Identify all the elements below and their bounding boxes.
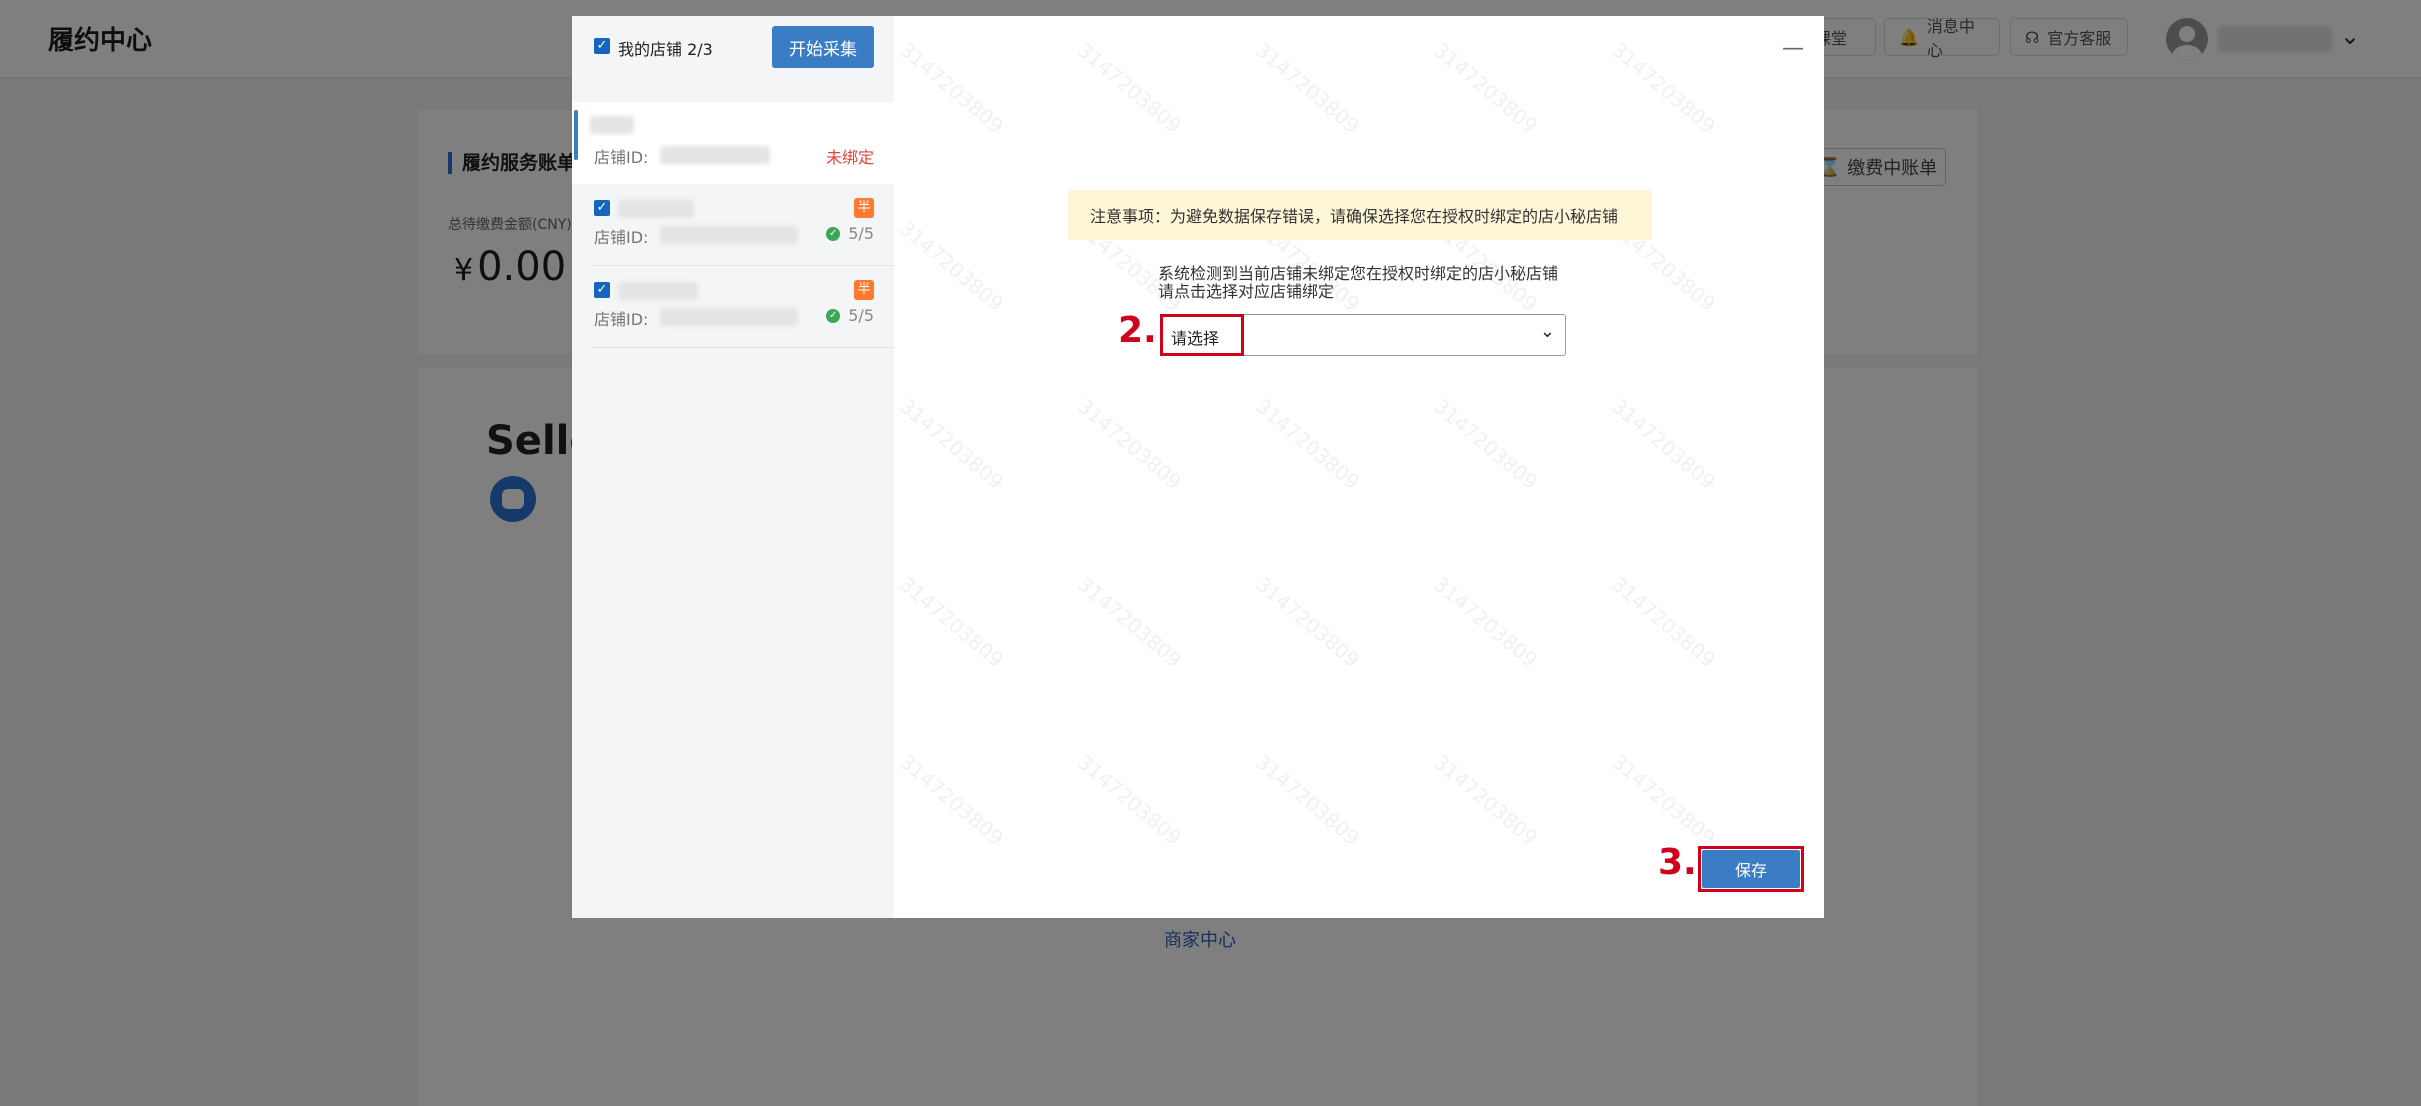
divider xyxy=(592,347,894,348)
watermark-text: 3147203809 xyxy=(1429,37,1543,139)
shop-name xyxy=(618,200,694,218)
shop-item[interactable]: 店铺ID: 未绑定 xyxy=(572,102,894,184)
start-collect-button[interactable]: 开始采集 xyxy=(772,26,874,68)
watermark-text: 3147203809 xyxy=(1607,749,1721,851)
watermark-text: 3147203809 xyxy=(1251,37,1365,139)
watermark-text: 3147203809 xyxy=(1607,393,1721,495)
shop-item[interactable]: ✓ 半 店铺ID: ✓ 5/5 xyxy=(572,184,894,266)
shop-id-value xyxy=(660,308,798,326)
watermark-text: 3147203809 xyxy=(1073,37,1187,139)
shop-id-label: 店铺ID: xyxy=(594,228,649,247)
watermark-text: 3147203809 xyxy=(895,749,1009,851)
shop-name xyxy=(590,116,634,134)
store-count: 2/3 xyxy=(687,40,713,59)
shop-checkbox[interactable]: ✓ xyxy=(594,282,610,298)
watermark-text: 3147203809 xyxy=(895,37,1009,139)
step-3-annotation: 3. xyxy=(1658,842,1697,883)
shop-name xyxy=(618,282,698,300)
platform-badge: 半 xyxy=(854,198,874,218)
platform-badge: 半 xyxy=(854,280,874,300)
my-stores-label: 我的店铺 2/3 xyxy=(618,36,713,60)
my-stores-checkbox[interactable]: ✓ xyxy=(594,38,610,54)
watermark-text: 3147203809 xyxy=(1429,571,1543,673)
shop-progress: ✓ 5/5 xyxy=(826,224,874,243)
minimize-icon[interactable]: — xyxy=(1782,36,1804,61)
sidebar-header: ✓ 我的店铺 2/3 开始采集 xyxy=(572,16,894,86)
watermark-text: 3147203809 xyxy=(1073,571,1187,673)
watermark-text: 3147203809 xyxy=(1073,749,1187,851)
detect-message-line2: 请点击选择对应店铺绑定 xyxy=(1158,282,1335,301)
shop-progress-value: 5/5 xyxy=(848,224,874,243)
check-circle-icon: ✓ xyxy=(826,308,841,323)
watermark-text: 3147203809 xyxy=(1251,571,1365,673)
chevron-down-icon: ⌄ xyxy=(1539,321,1555,342)
shop-progress: ✓ 5/5 xyxy=(826,306,874,325)
my-stores-text: 我的店铺 xyxy=(618,40,683,59)
shop-item[interactable]: ✓ 半 店铺ID: ✓ 5/5 xyxy=(572,266,894,348)
step-2-highlight-box xyxy=(1160,314,1244,356)
store-sidebar: ✓ 我的店铺 2/3 开始采集 店铺ID: 未绑定 ✓ 半 店铺ID: ✓ 5/… xyxy=(572,16,894,918)
shop-checkbox[interactable]: ✓ xyxy=(594,200,610,216)
notice-banner: 注意事项：为避免数据保存错误，请确保选择您在授权时绑定的店小秘店铺 xyxy=(1068,190,1652,240)
store-binding-modal: 3147203809 3147203809 3147203809 3147203809… xyxy=(572,16,1824,918)
watermark-text: 3147203809 xyxy=(1073,393,1187,495)
watermark-text: 3147203809 xyxy=(895,571,1009,673)
shop-id-value xyxy=(660,146,770,164)
unbound-status: 未绑定 xyxy=(825,148,874,167)
watermark-text: 3147203809 xyxy=(895,215,1009,317)
shop-id-value xyxy=(660,226,798,244)
watermark-text: 3147203809 xyxy=(1251,393,1365,495)
shop-progress-value: 5/5 xyxy=(848,306,874,325)
shop-id-label: 店铺ID: xyxy=(594,310,649,329)
watermark-text: 3147203809 xyxy=(1607,37,1721,139)
watermark-text: 3147203809 xyxy=(1429,749,1543,851)
shop-id-label: 店铺ID: xyxy=(594,148,649,167)
watermark-text: 3147203809 xyxy=(1429,393,1543,495)
watermark-text: 3147203809 xyxy=(1251,749,1365,851)
check-circle-icon: ✓ xyxy=(826,226,841,241)
step-2-annotation: 2. xyxy=(1118,310,1157,351)
watermark-text: 3147203809 xyxy=(1607,571,1721,673)
watermark-text: 3147203809 xyxy=(895,393,1009,495)
save-button[interactable]: 保存 xyxy=(1702,850,1800,888)
